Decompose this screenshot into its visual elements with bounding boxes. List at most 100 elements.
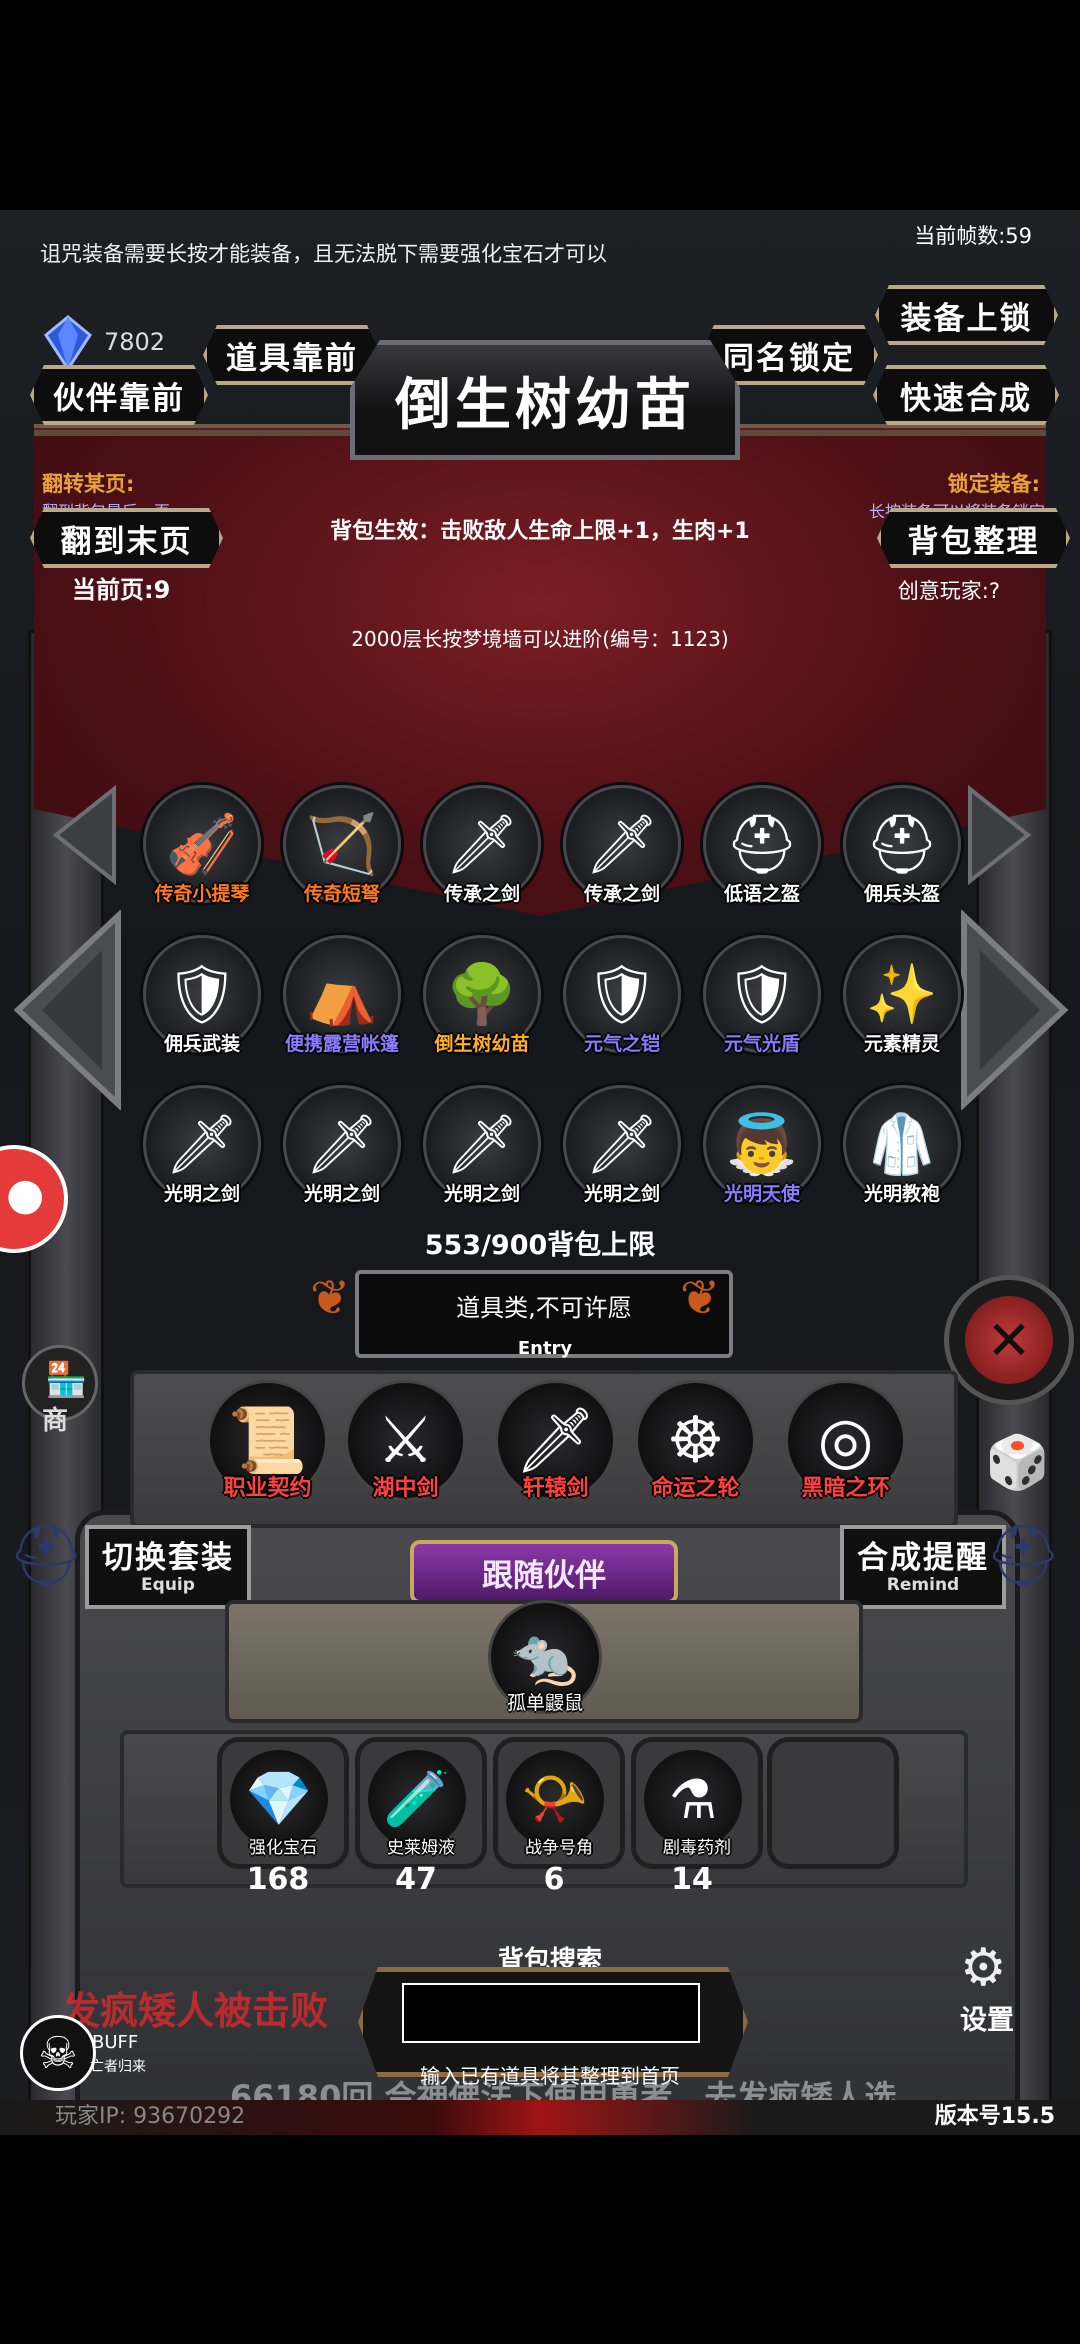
item-title: 倒生树幼苗 xyxy=(350,340,740,460)
user-icon: ● xyxy=(6,1169,45,1220)
equipped-item-label: 职业契约 xyxy=(223,1476,312,1501)
resource-label: 史莱姆液 xyxy=(387,1838,455,1858)
resource-slot[interactable]: ⚗ 剧毒药剂 xyxy=(631,1737,763,1869)
partner-front-button[interactable]: 伙伴靠前 xyxy=(30,365,208,425)
equipped-item-label: 轩辕剑 xyxy=(522,1476,589,1501)
bag-item-slot[interactable]: ⛑ 低语之盔 xyxy=(703,785,821,905)
bag-limit: 553/900背包上限 xyxy=(424,1230,656,1261)
entry-title: 道具类,不可许愿 xyxy=(456,1294,632,1322)
bag-item-slot[interactable]: 🥼 光明教袍 xyxy=(843,1085,961,1205)
bag-item-label: 佣兵武装 xyxy=(163,1033,240,1055)
bag-item-label: 光明教袍 xyxy=(863,1183,940,1205)
equip-lock-button[interactable]: 装备上锁 xyxy=(875,285,1058,345)
bag-item-slot[interactable]: 🗡 光明之剑 xyxy=(283,1085,401,1205)
bag-item-slot[interactable]: 🛡 元气光盾 xyxy=(703,935,821,1055)
shop-label: 商 xyxy=(42,1406,69,1436)
bag-item-slot[interactable]: 🌳 倒生树幼苗 xyxy=(423,935,541,1055)
bag-item-slot[interactable]: 🗡 光明之剑 xyxy=(143,1085,261,1205)
equipped-item-slot[interactable]: ⚔ 湖中剑 xyxy=(345,1380,466,1501)
bag-item-label: 元气光盾 xyxy=(723,1033,800,1055)
bag-item-slot[interactable]: 🗡 光明之剑 xyxy=(423,1085,541,1205)
flip-label: 翻转某页: xyxy=(42,472,135,496)
equipped-item-slot[interactable]: ◎ 黑暗之环 xyxy=(785,1380,906,1501)
bag-item-label: 光明天使 xyxy=(723,1183,800,1205)
bag-item-slot[interactable]: 🏹 传奇短弩 xyxy=(283,785,401,905)
helmet-right-icon: ⛑ xyxy=(985,1521,1062,1591)
bag-item-slot[interactable]: 🛡 佣兵武装 xyxy=(143,935,261,1055)
settings-label[interactable]: 设置 xyxy=(960,1998,1014,2037)
skull-icon[interactable]: ☠ xyxy=(20,2015,96,2091)
left-wing-icon: ❦ xyxy=(310,1270,351,1326)
bag-item-label: 低语之盔 xyxy=(723,883,800,905)
merge-remind-button[interactable]: 合成提醒 Remind xyxy=(840,1525,1006,1609)
equipped-item-label: 湖中剑 xyxy=(372,1476,439,1501)
right-wing-icon: ❦ xyxy=(680,1270,721,1326)
entry-sub: Entry xyxy=(517,1338,573,1359)
close-button[interactable]: ✕ xyxy=(944,1275,1074,1405)
bag-item-label: 传承之剑 xyxy=(443,883,520,905)
bag-item-label: 传承之剑 xyxy=(583,883,660,905)
bag-item-label: 光明之剑 xyxy=(443,1183,520,1205)
search-input[interactable] xyxy=(402,1983,700,2043)
partner-slot[interactable]: 🐀 孤单鼹鼠 xyxy=(488,1600,602,1714)
dice-icon[interactable]: 🎲 xyxy=(985,1432,1050,1493)
resource-count: 14 xyxy=(671,1862,713,1897)
bag-item-label: 元气之铠 xyxy=(583,1033,660,1055)
resource-count: 168 xyxy=(246,1862,310,1897)
close-icon: ✕ xyxy=(965,1296,1053,1384)
version: 版本号15.5 xyxy=(934,2104,1055,2129)
equipped-item-slot[interactable]: 📜 职业契约 xyxy=(207,1380,328,1501)
bag-item-label: 光明之剑 xyxy=(303,1183,380,1205)
resource-count: 47 xyxy=(395,1862,437,1897)
bag-item-slot[interactable]: 🛡 元气之铠 xyxy=(563,935,681,1055)
fps-counter: 当前帧数:59 xyxy=(914,224,1032,248)
prev-page-small-arrow[interactable] xyxy=(52,784,118,889)
bag-item-slot[interactable]: 🎻 传奇小提琴 xyxy=(143,785,261,905)
equipped-item-label: 黑暗之环 xyxy=(801,1476,890,1501)
helmet-left-icon: ⛑ xyxy=(8,1521,85,1591)
bag-item-label: 佣兵头盔 xyxy=(863,883,940,905)
gem-count: 7802 xyxy=(104,328,166,356)
empty-resource-slot[interactable] xyxy=(767,1737,899,1869)
resource-label: 剧毒药剂 xyxy=(663,1838,731,1858)
resource-slot[interactable]: 💎 强化宝石 xyxy=(217,1737,349,1869)
switch-set-button[interactable]: 切换套装 Equip xyxy=(85,1525,251,1609)
bag-item-slot[interactable]: ⛑ 佣兵头盔 xyxy=(843,785,961,905)
bag-item-label: 传奇短弩 xyxy=(303,883,380,905)
items-front-button[interactable]: 道具靠前 xyxy=(203,325,381,385)
shop-icon: 🏪 xyxy=(45,1360,88,1400)
bag-item-label: 传奇小提琴 xyxy=(154,883,250,905)
resource-label: 战争号角 xyxy=(525,1838,593,1858)
resource-slot[interactable]: 🧪 史莱姆液 xyxy=(355,1737,487,1869)
resource-count: 6 xyxy=(543,1862,565,1897)
bag-item-label: 便携露营帐篷 xyxy=(284,1033,399,1055)
bag-item-label: 倒生树幼苗 xyxy=(434,1033,530,1055)
creative-player: 创意玩家:? xyxy=(897,579,1000,603)
current-page: 当前页:9 xyxy=(72,576,171,604)
bag-item-slot[interactable]: 🗡 传承之剑 xyxy=(563,785,681,905)
bag-item-slot[interactable]: 👼 光明天使 xyxy=(703,1085,821,1205)
resource-slot[interactable]: 📯 战争号角 xyxy=(493,1737,625,1869)
gear-icon[interactable]: ⚙ xyxy=(960,1938,1007,1998)
quick-merge-button[interactable]: 快速合成 xyxy=(873,365,1059,425)
gem-icon xyxy=(40,315,96,372)
player-ip: 玩家IP: 93670292 xyxy=(55,2104,246,2129)
bag-item-slot[interactable]: 🗡 传承之剑 xyxy=(423,785,541,905)
next-page-small-arrow[interactable] xyxy=(966,784,1032,889)
bag-item-slot[interactable]: 🗡 光明之剑 xyxy=(563,1085,681,1205)
lock-equip-label: 锁定装备: xyxy=(947,472,1040,496)
prev-page-arrow[interactable] xyxy=(12,909,124,1114)
equipped-item-slot[interactable]: ☸ 命运之轮 xyxy=(635,1380,756,1501)
buff-sub: 亡者归来 xyxy=(90,2059,146,2075)
bag-item-label: 元素精灵 xyxy=(863,1033,940,1055)
game-screen: 诅咒装备需要长按才能装备，且无法脱下需要强化宝石才可以 当前帧数:59 7802… xyxy=(0,210,1080,2135)
bag-item-label: 光明之剑 xyxy=(163,1183,240,1205)
advance-hint: 2000层长按梦境墙可以进阶(编号：1123) xyxy=(351,627,729,651)
bag-item-slot[interactable]: ⛺ 便携露营帐篷 xyxy=(283,935,401,1055)
next-page-arrow[interactable] xyxy=(958,909,1070,1114)
battle-log-line: 发疯矮人被击败 xyxy=(62,1989,329,2033)
equipped-item-slot[interactable]: 🗡 轩辕剑 xyxy=(495,1380,616,1501)
bag-item-slot[interactable]: ✨ 元素精灵 xyxy=(843,935,961,1055)
equipped-item-label: 命运之轮 xyxy=(651,1476,740,1501)
curse-notice: 诅咒装备需要长按才能装备，且无法脱下需要强化宝石才可以 xyxy=(40,242,607,266)
